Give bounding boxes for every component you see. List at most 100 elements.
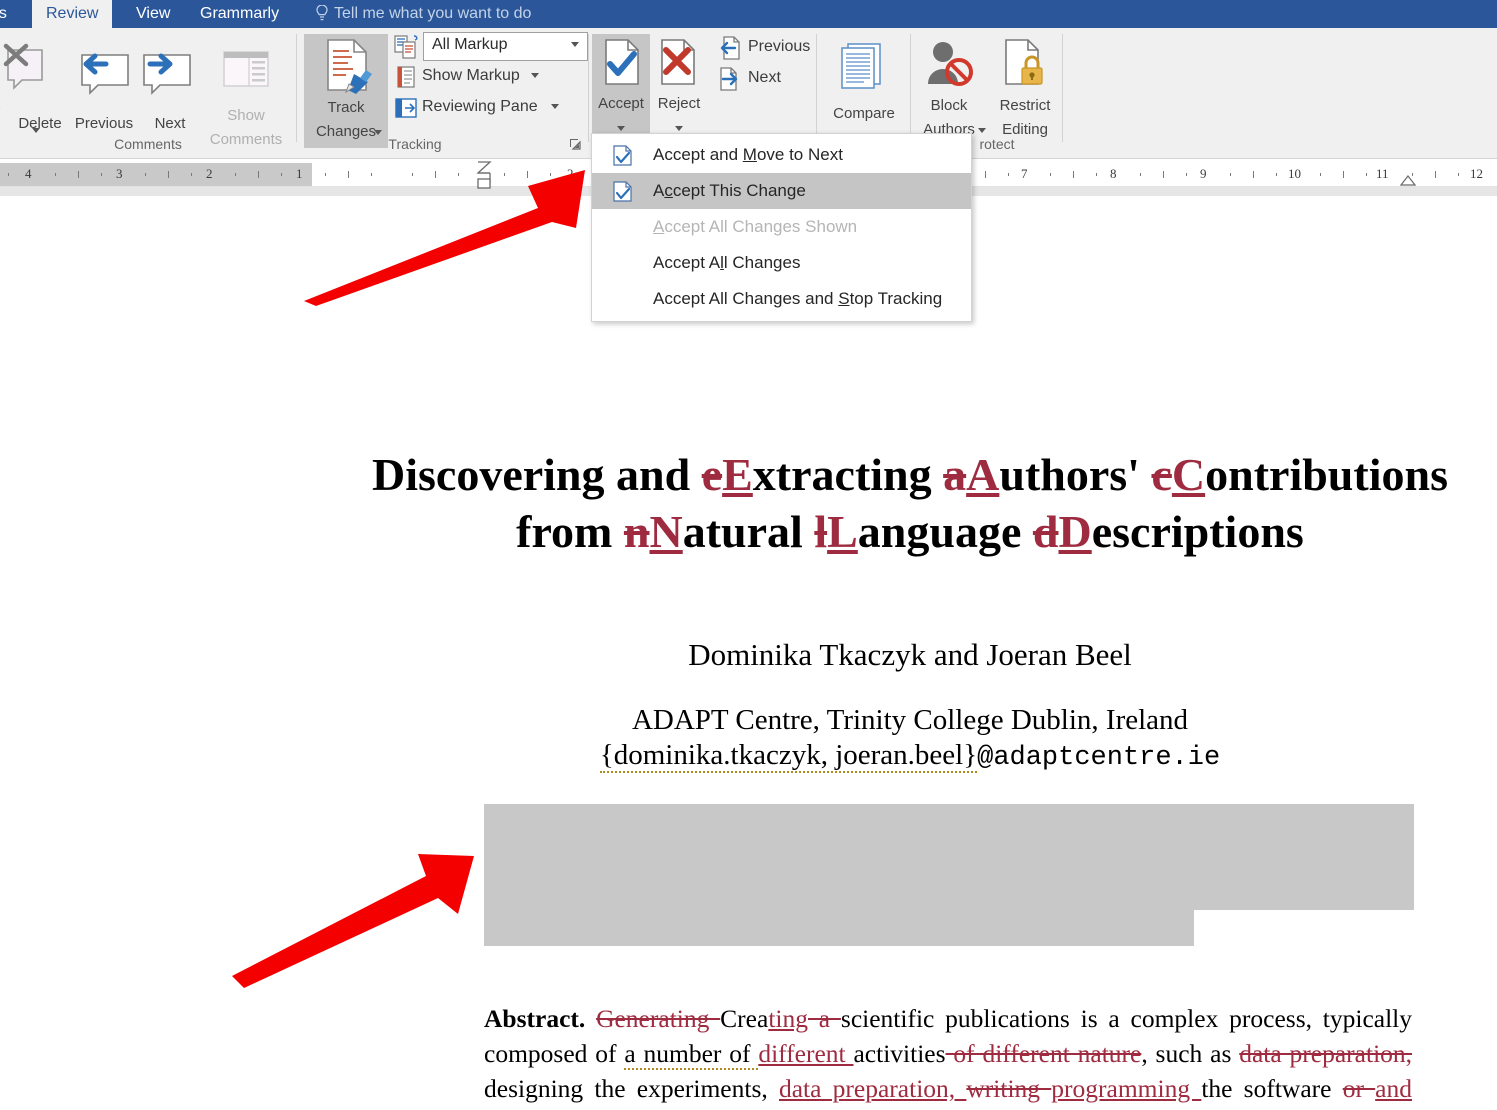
tracked-deletion: e <box>701 449 723 500</box>
selection-highlight-row1 <box>484 804 1414 840</box>
accept-change-icon <box>605 39 639 85</box>
accept-reject-partial-button[interactable]: t <box>0 38 58 133</box>
tracked-deletion: d <box>1032 506 1059 557</box>
text-run: from <box>516 506 624 557</box>
reject-change-icon <box>661 39 695 85</box>
tracked-deletion: c <box>1151 449 1172 500</box>
tell-me-search[interactable]: Tell me what you want to do <box>334 0 531 28</box>
menu-label: Accept All Changes Shown <box>653 217 858 236</box>
tracked-insertion: E <box>722 449 753 500</box>
chevron-down-icon[interactable] <box>978 128 986 133</box>
arrow-to-accept-menu <box>304 170 585 306</box>
accept-split-button[interactable]: Accept <box>592 34 650 148</box>
arrow-to-abstract-selection <box>232 854 474 988</box>
abstract-body: Generating Creating a scientific publica… <box>484 1004 1412 1110</box>
email-local: {dominika.tkaczyk, joeran.beel} <box>599 739 978 773</box>
show-comments-icon <box>223 51 269 87</box>
previous-comment-label: Previous <box>74 115 134 132</box>
text-run: , such as <box>1141 1039 1240 1069</box>
selection-highlight-row3 <box>484 875 1414 910</box>
show-markup-icon <box>397 66 415 88</box>
tracked-deletion: a <box>943 449 967 500</box>
ribbon-group-tracking: Track Changes All Markup Show Markup Rev… <box>300 28 588 158</box>
show-markup-menu[interactable]: Show Markup <box>422 65 540 87</box>
paper-email: {dominika.tkaczyk, joeran.beel}@adaptcen… <box>330 738 1490 776</box>
paper-title-line2: from nNatural lLanguage dDescriptions <box>330 503 1490 560</box>
menu-label: Accept and Move to Next <box>653 145 843 164</box>
group-separator-3 <box>816 34 817 142</box>
ruler-number: 11 <box>1376 166 1389 181</box>
text-run: activities <box>853 1039 946 1069</box>
chevron-down-icon[interactable] <box>675 126 683 131</box>
previous-change-button[interactable]: Previous <box>748 36 810 58</box>
tracked-insertion: L <box>827 506 858 557</box>
ribbon-tab-strip: gs Review View Grammarly Tell me what yo… <box>0 0 1497 28</box>
group-separator-4 <box>910 34 911 142</box>
track-changes-icon <box>327 39 372 94</box>
tracked-insertion: and <box>1375 1074 1412 1104</box>
ruler-left-margin <box>0 163 312 186</box>
block-authors-label1: Block <box>930 97 968 114</box>
menu-item-accept-all-changes-and-stop-tracking[interactable]: Accept All Changes and Stop Tracking <box>592 281 971 317</box>
next-comment-button[interactable]: Next <box>138 44 202 131</box>
next-change-button[interactable]: Next <box>748 67 781 89</box>
paper-abstract[interactable]: Abstract. Generating Creating a scientif… <box>484 1001 1412 1110</box>
tab-mailings-partial[interactable]: gs <box>0 0 32 28</box>
text-run: xtracting <box>752 449 944 500</box>
reject-split-button[interactable]: Reject <box>650 34 708 148</box>
ruler-number: 9 <box>1200 166 1207 181</box>
tracked-insertion: data preparation, <box>778 1074 967 1104</box>
word-window: gs Review View Grammarly Tell me what yo… <box>0 0 1497 1110</box>
text-run <box>585 1004 596 1033</box>
tracked-insertion: ting <box>768 1004 808 1033</box>
ruler-number: 4 <box>25 166 32 181</box>
accept-move-next-icon <box>613 145 632 166</box>
display-for-review-combo[interactable]: All Markup <box>423 32 588 61</box>
paper-title-line1: Discovering and eExtracting aAuthors' cC… <box>330 446 1490 503</box>
chevron-down-icon[interactable] <box>571 42 579 47</box>
tab-review[interactable]: Review <box>32 0 113 28</box>
left-tab-marker[interactable] <box>1400 175 1416 187</box>
tracked-deletion: Generating <box>596 1004 721 1033</box>
paper-authors: Dominika Tkaczyk and Joeran Beel <box>688 637 1132 672</box>
previous-comment-button[interactable]: Previous <box>70 44 138 131</box>
compare-button[interactable]: Compare <box>818 38 910 139</box>
accept-dropdown-menu[interactable]: Accept and Move to Next Accept This Chan… <box>591 133 972 322</box>
reviewing-pane-label: Reviewing Pane <box>422 98 538 115</box>
next-comment-icon <box>143 53 191 95</box>
track-changes-label1: Track <box>327 99 365 116</box>
block-authors-button[interactable]: Block Authors <box>912 36 986 137</box>
show-comments-button[interactable]: Show Comments <box>202 42 290 147</box>
tracked-insertion: A <box>966 449 1000 500</box>
chevron-down-icon[interactable] <box>617 126 625 131</box>
track-changes-button[interactable]: Track Changes <box>304 34 388 148</box>
menu-item-accept-this-change[interactable]: Accept This Change <box>592 173 971 209</box>
restrict-editing-button[interactable]: Restrict Editing <box>988 36 1062 137</box>
tracked-deletion: or <box>1342 1074 1376 1104</box>
ribbon-group-comments: t Delete Previous Next <box>0 28 296 158</box>
document-page[interactable]: Discovering and eExtracting aAuthors' cC… <box>0 196 1497 1110</box>
tracked-deletion: a <box>807 1004 841 1033</box>
reviewing-pane-menu[interactable]: Reviewing Pane <box>422 96 560 118</box>
text-run: uthors' <box>999 449 1152 500</box>
text-run: ontributions <box>1205 449 1448 500</box>
text-run: Discovering and <box>372 449 702 500</box>
restrict-editing-label1: Restrict <box>999 97 1051 114</box>
tracked-insertion: different <box>758 1039 854 1069</box>
chevron-down-icon[interactable] <box>551 104 560 110</box>
menu-item-accept-and-move-to-next[interactable]: Accept and Move to Next <box>592 137 971 173</box>
tracked-deletion: l <box>814 506 828 557</box>
menu-item-accept-all-changes[interactable]: Accept All Changes <box>592 245 971 281</box>
previous-change-icon <box>720 36 740 60</box>
tracked-insertion: C <box>1171 449 1206 500</box>
menu-item-accept-all-changes-shown: Accept All Changes Shown <box>592 209 971 245</box>
spelling-flag: a number of <box>624 1039 759 1071</box>
email-domain: @adaptcentre.ie <box>977 743 1221 773</box>
tracking-dialog-launcher[interactable] <box>568 137 582 151</box>
tab-view[interactable]: View <box>122 0 184 28</box>
tab-grammarly[interactable]: Grammarly <box>186 0 293 28</box>
text-run: the software <box>1201 1074 1343 1104</box>
chevron-down-icon[interactable] <box>374 130 382 135</box>
group-separator-1 <box>296 34 297 142</box>
chevron-down-icon[interactable] <box>531 73 540 79</box>
